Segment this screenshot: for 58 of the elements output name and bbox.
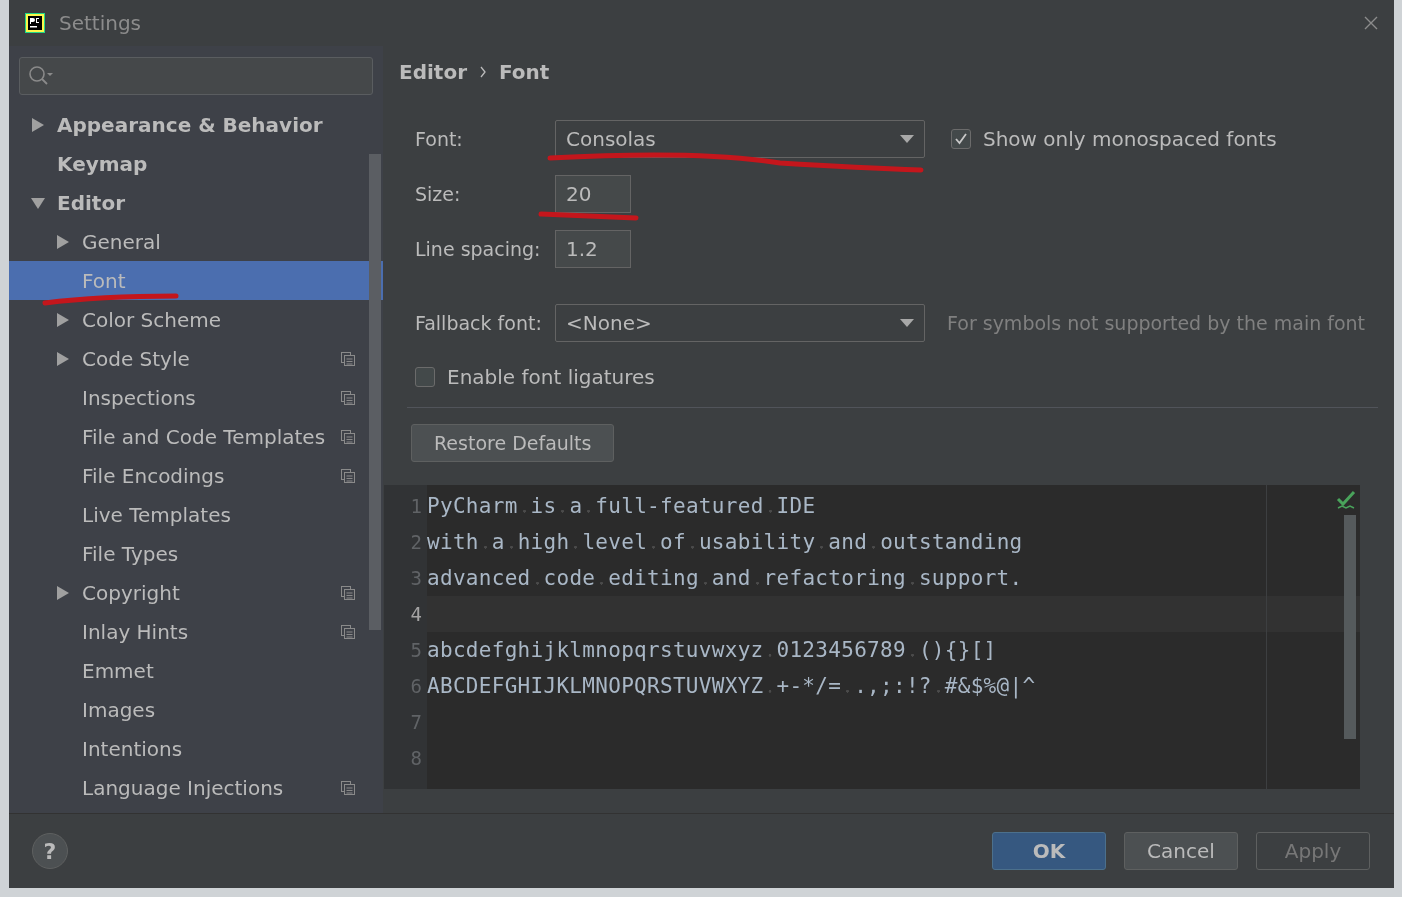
help-button[interactable]: ? [32,833,68,869]
restore-defaults-button[interactable]: Restore Defaults [411,424,615,462]
hint-text: For symbols not supported by the main font [947,312,1366,334]
expand-arrow-icon[interactable] [31,116,45,133]
checkbox-label: Enable font ligatures [447,365,655,389]
tree-item[interactable]: File Types [9,534,383,573]
tree-item[interactable]: Keymap [9,144,383,183]
tree-item[interactable]: Appearance & Behavior [9,105,383,144]
code-line: advanced code editing and refactoring support. [427,565,1024,592]
tree-item[interactable]: File Encodings [9,456,383,495]
code-line: PyCharm is a full-featured IDE [427,493,817,520]
dropdown-caret-icon [900,135,914,143]
tree-item[interactable]: General [9,222,383,261]
tree-item[interactable]: Inlay Hints [9,612,383,651]
font-dropdown[interactable]: Consolas [555,120,925,158]
line-spacing-field[interactable]: 1.2 [555,230,631,268]
code-line: ABCDEFGHIJKLMNOPQRSTUVWXYZ +-*/= .,;:!? #&$%@|^ [427,673,1037,701]
checkbox[interactable] [951,129,971,149]
field-label: Line spacing: [415,238,542,260]
search-icon [28,65,54,87]
window-title: Settings [59,11,143,35]
code-line: abcdefghijklmnopqrstuvwxyz 0123456789 (){}[] [427,637,998,664]
size-field[interactable]: 20 [555,175,631,213]
tree-item[interactable]: Images [9,690,383,729]
code-line: with a high level of usability and outstanding [427,529,1024,556]
expand-arrow-icon[interactable] [56,350,70,367]
tree-item[interactable]: Copyright [9,573,383,612]
app-logo-icon [25,13,45,33]
search-field[interactable] [19,57,373,95]
tree-item[interactable]: Emmet [9,651,383,690]
breadcrumb-item: Font [499,60,550,84]
line-number: 4 [409,602,423,627]
fallback-font-dropdown[interactable]: <None> [555,304,925,342]
tree-item[interactable]: Language Injections [9,768,383,807]
expand-arrow-icon[interactable] [56,233,70,250]
dialog-button[interactable]: OK [992,832,1106,870]
field-label: Font: [415,128,464,150]
breadcrumb-item: Editor [399,60,467,84]
tree-item[interactable]: Intentions [9,729,383,768]
chevron-icon [479,66,487,78]
tree-item[interactable]: Live Templates [9,495,383,534]
tree-item[interactable]: Inspections [9,378,383,417]
scrollbar-thumb[interactable] [1344,515,1356,739]
check-icon [1336,490,1356,510]
dialog-button[interactable]: Cancel [1124,832,1238,870]
scrollbar-thumb[interactable] [369,154,381,630]
tree-item[interactable]: Color Scheme [9,300,383,339]
dropdown-caret-icon [900,319,914,327]
close-icon[interactable] [1364,16,1378,30]
field-label: Size: [415,183,462,205]
checkbox-label: Show only monospaced fonts [983,127,1277,151]
tree-item[interactable]: Code Style [9,339,383,378]
checkbox[interactable] [415,367,435,387]
expand-arrow-icon[interactable] [56,311,70,328]
expand-arrow-icon[interactable] [56,584,70,601]
tree-item[interactable]: File and Code Templates [9,417,383,456]
field-label: Fallback font: [415,312,543,334]
tree-item[interactable]: Editor [9,183,383,222]
